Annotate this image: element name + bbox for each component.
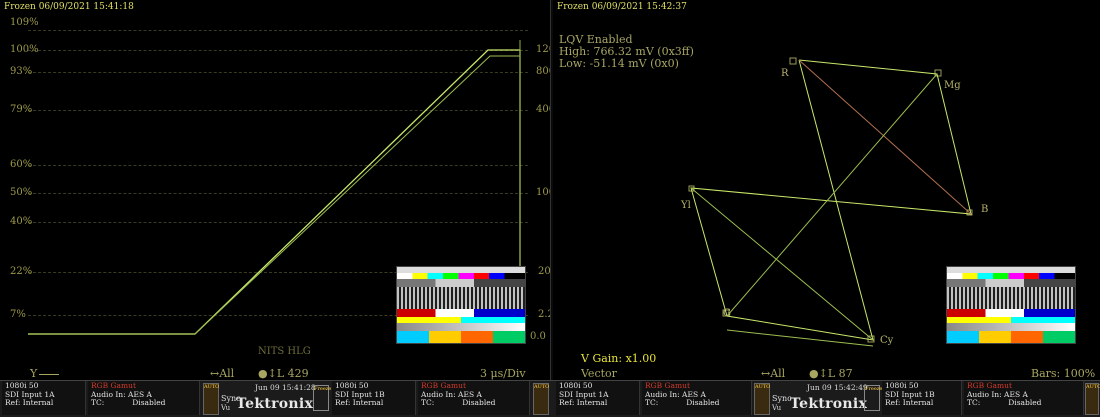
vu-label: Vu — [772, 404, 782, 412]
status-date: Jun 09 15:42:49 — [807, 383, 868, 392]
timebase-label: 3 μs/Div — [480, 367, 526, 380]
line-select-icon: ● — [809, 367, 819, 380]
all-lines-control[interactable]: ↔All — [761, 367, 785, 380]
input-status-1a[interactable]: 1080i 50 SDI Input 1A Ref: Internal — [2, 381, 86, 415]
target-r: R — [781, 68, 789, 79]
line-select-icon: ● — [258, 367, 268, 380]
freeze-icon[interactable]: Freeze — [313, 385, 331, 411]
nits-hlg-label: NITS HLG — [258, 346, 311, 357]
sync-label: Sync — [772, 394, 792, 403]
gamut-status[interactable]: RGB Gamut Audio In: AES A TC: Disabled — [418, 381, 530, 415]
waveform-panel[interactable]: Frozen 06/09/2021 15:41:18 109% 100% 93%… — [0, 0, 550, 380]
line-select-control[interactable]: ●↕L 87 — [809, 367, 853, 380]
gamut-status[interactable]: RGB Gamut Audio In: AES A TC: Disabled — [88, 381, 200, 415]
target-mg: Mg — [944, 80, 961, 91]
input-status-1b[interactable]: 1080i 50 SDI Input 1B Ref: Internal — [882, 381, 962, 415]
auto-icon[interactable]: AUTO — [1085, 383, 1100, 415]
tektronix-logo: Tektronix — [790, 396, 868, 412]
bars-label: Bars: 100% — [1031, 367, 1096, 380]
vu-label: Vu — [221, 404, 231, 412]
target-cy: Cy — [880, 335, 894, 346]
line-select-control[interactable]: ●↕L 429 — [258, 367, 309, 380]
channel-label: Y — [30, 367, 60, 380]
auto-icon[interactable]: AUTO — [754, 383, 770, 415]
picture-thumbnail[interactable] — [946, 266, 1076, 344]
gamut-status[interactable]: RGB Gamut Audio In: AES A TC: Disabled — [964, 381, 1084, 415]
picture-thumbnail[interactable] — [396, 266, 526, 344]
target-b: B — [981, 204, 989, 215]
input-status-1b[interactable]: 1080i 50 SDI Input 1B Ref: Internal — [332, 381, 416, 415]
auto-icon[interactable]: AUTO — [203, 383, 219, 415]
tektronix-logo: Tektronix — [236, 396, 314, 412]
target-g: G — [723, 308, 731, 319]
freeze-icon[interactable]: Freeze — [864, 385, 882, 411]
vgain-label: V Gain: x1.00 — [581, 352, 657, 365]
status-date: Jun 09 15:41:28 — [255, 383, 316, 392]
vectorscope-panel[interactable]: Frozen 06/09/2021 15:42:37 LQV Enabled H… — [553, 0, 1100, 380]
all-lines-control[interactable]: ↔All — [210, 367, 234, 380]
auto-icon[interactable]: AUTO — [533, 383, 549, 415]
target-yl: Yl — [681, 200, 691, 211]
mode-label: Vector — [581, 367, 617, 380]
input-status-1a[interactable]: 1080i 50 SDI Input 1A Ref: Internal — [556, 381, 640, 415]
gamut-status[interactable]: RGB Gamut Audio In: AES A TC: Disabled — [642, 381, 752, 415]
